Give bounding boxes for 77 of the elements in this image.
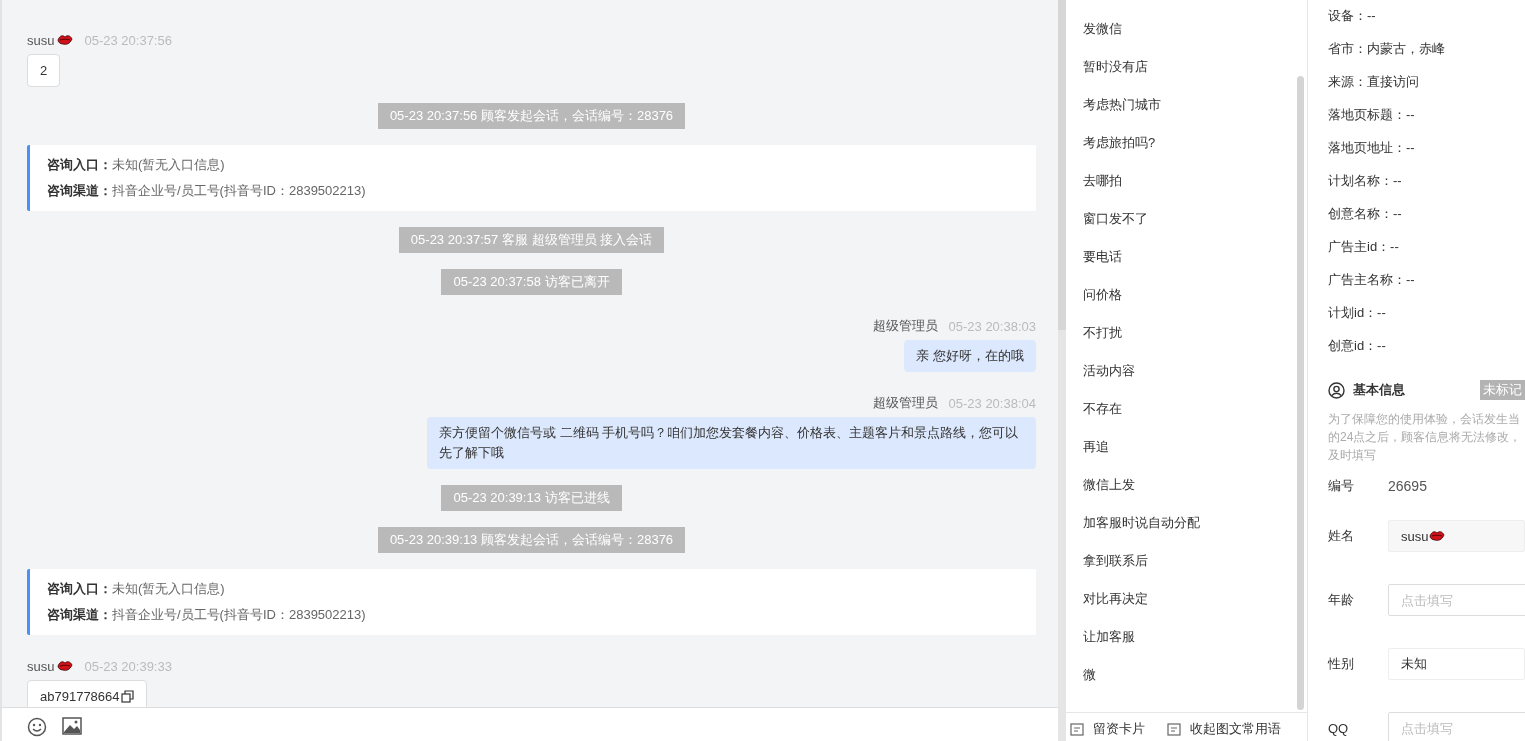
system-notice: 05-23 20:37:56 顾客发起会话，会话编号：28376 [377,103,686,129]
user-icon [1328,381,1345,399]
quick-reply-item[interactable]: 问价格 [1083,276,1297,314]
visitor-info-line: 落地页地址：-- [1328,139,1416,157]
field-value: 26695 [1388,478,1427,494]
quick-reply-item[interactable]: 拿到联系后 [1083,542,1297,580]
system-notice: 05-23 20:37:58 访客已离开 [441,269,622,295]
footer-button[interactable]: 留资卡片 [1070,717,1145,741]
sender-name: susu [27,32,55,48]
entry-label: 咨询入口： [47,581,112,596]
quick-reply-item[interactable]: 窗口发不了 [1083,200,1297,238]
quick-reply-item[interactable]: 让加客服 [1083,618,1297,656]
entry-value: 未知(暂无入口信息) [112,157,225,172]
system-notice: 05-23 20:39:13 顾客发起会话，会话编号：28376 [377,527,686,553]
quick-reply-item[interactable]: 考虑旅拍吗? [1083,124,1297,162]
image-icon[interactable] [62,717,82,735]
quick-reply-item[interactable]: 考虑热门城市 [1083,86,1297,124]
visitor-info-line: 广告主名称：-- [1328,271,1416,289]
document-icon [1167,722,1181,736]
visitor-info-line: 落地页标题：-- [1328,106,1416,124]
entry-label: 咨询渠道： [47,183,112,198]
scrollbar-thumb[interactable] [1297,76,1304,710]
entry-label: 咨询入口： [47,157,112,172]
quick-reply-item[interactable]: 加客服时说自动分配 [1083,504,1297,542]
status-tag: 未标记 [1480,380,1525,400]
footer-button[interactable]: 收起图文常用语 [1167,717,1281,741]
field-label: 年龄 [1328,591,1355,609]
system-notice: 05-23 20:39:13 访客已进线 [441,485,622,511]
visitor-info-line: 省市：内蒙古，赤峰 [1328,40,1446,58]
entry-value: 未知(暂无入口信息) [112,581,225,596]
input-field[interactable]: 点击填写 [1388,712,1525,741]
copy-icon[interactable] [120,690,134,703]
visitor-info-line: 设备：-- [1328,7,1377,25]
entry-value: 抖音企业号/员工号(抖音号ID：2839502213) [112,183,366,198]
input-field[interactable]: 点击填写 [1388,584,1525,616]
entry-label: 咨询渠道： [47,607,112,622]
quick-reply-item[interactable]: 再追 [1083,428,1297,466]
message-bubble: 2 [27,54,61,87]
system-notice: 05-23 20:37:57 客服 超级管理员 接入会话 [398,227,665,253]
field-label: 性别 [1328,655,1355,673]
field-label: 编号 [1328,477,1355,495]
message-bubble: 亲 您好呀，在的哦 [904,340,1036,372]
name-field[interactable]: susu [1388,520,1525,552]
field-label: QQ [1328,720,1350,736]
sender-name: susu [27,658,55,674]
visitor-info-line: 来源：直接访问 [1328,73,1420,91]
quick-reply-item[interactable]: 不打扰 [1083,314,1297,352]
quick-reply-item[interactable]: 去哪拍 [1083,162,1297,200]
sender-name: 超级管理员 [872,317,938,335]
visitor-info-line: 创意id：-- [1328,337,1387,355]
hint-text: 为了保障您的使用体验，会话发生当 的24点之后，顾客信息将无法修改， 及时填写 [1328,411,1523,464]
section-title: 基本信息 [1353,381,1405,399]
quick-reply-item[interactable]: 微信上发 [1083,466,1297,504]
sender-name: 超级管理员 [872,394,938,412]
message-time: 05-23 20:37:56 [84,32,172,48]
document-icon [1070,722,1084,736]
quick-reply-item[interactable]: 要电话 [1083,238,1297,276]
quick-reply-item[interactable]: 对比再决定 [1083,580,1297,618]
message-bubble: ab791778664 [27,680,147,707]
visitor-info-line: 计划名称：-- [1328,172,1403,190]
message-bubble: 亲方便留个微信号或 二维码 手机号吗？咱们加您发套餐内容、价格表、主题客片和景点路线，您可以先了解下哦 [427,417,1036,469]
quick-reply-item[interactable]: 活动内容 [1083,352,1297,390]
quick-reply-item[interactable]: 暂时没有店 [1083,48,1297,86]
message-time: 05-23 20:38:03 [948,318,1036,334]
emoji-icon[interactable] [27,717,47,737]
message-time: 05-23 20:38:04 [948,395,1036,411]
quick-reply-item[interactable]: 不存在 [1083,390,1297,428]
quick-reply-item[interactable]: 发微信 [1083,10,1297,48]
quick-reply-item[interactable]: 微 [1083,656,1297,694]
visitor-info-line: 创意名称：-- [1328,205,1403,223]
entry-value: 抖音企业号/员工号(抖音号ID：2839502213) [112,607,366,622]
visitor-info-line: 计划id：-- [1328,304,1387,322]
scrollbar-thumb[interactable] [1058,0,1066,330]
visitor-info-line: 广告主id：-- [1328,238,1400,256]
field-label: 姓名 [1328,527,1355,545]
select-field[interactable]: 未知 [1388,648,1525,680]
message-time: 05-23 20:39:33 [84,658,172,674]
